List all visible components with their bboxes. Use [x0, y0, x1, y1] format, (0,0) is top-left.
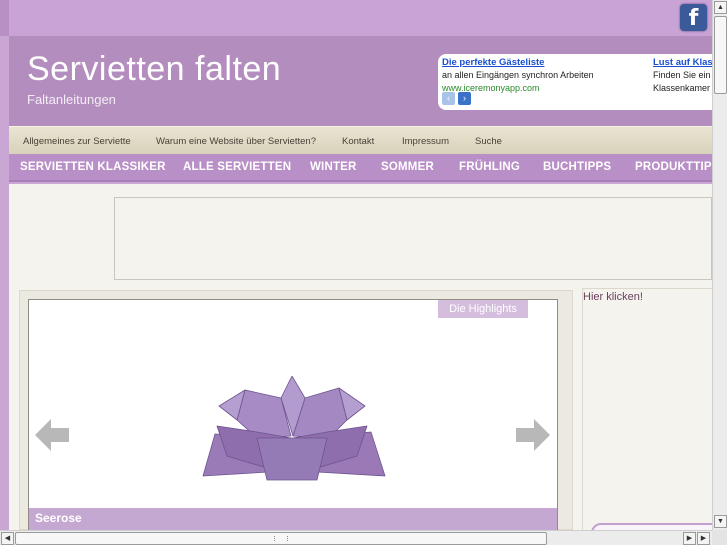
- cat-item-fruehling[interactable]: FRÜHLING: [459, 161, 520, 173]
- horizontal-scroll-thumb[interactable]: [15, 532, 547, 545]
- ad-1-title[interactable]: Die perfekte Gästeliste: [442, 56, 594, 69]
- ad-1-text: an allen Eingängen synchron Arbeiten: [442, 70, 594, 80]
- site-title[interactable]: Servietten falten: [27, 50, 281, 89]
- browser-viewport: f Servietten falten Faltanleitungen Die …: [0, 0, 712, 530]
- slide-caption[interactable]: Seerose: [35, 511, 82, 525]
- site-subtitle: Faltanleitungen: [27, 92, 116, 107]
- top-menu-item-suche[interactable]: Suche: [475, 136, 502, 147]
- top-menu-item-kontakt[interactable]: Kontakt: [342, 136, 374, 147]
- sidebar: Hier klicken!: [582, 288, 712, 530]
- horizontal-scrollbar[interactable]: ◀ ▶ ▶: [0, 530, 712, 545]
- sidebar-search-pill[interactable]: [591, 523, 712, 530]
- scroll-right-button-2[interactable]: ▶: [697, 532, 710, 545]
- ad-2[interactable]: Lust auf Klas Finden Sie ein Klassenkame…: [653, 56, 712, 95]
- main-content: Die Highlights Seerose Hier klicken!: [9, 184, 712, 530]
- ad-prev-button[interactable]: ‹: [442, 92, 455, 105]
- cat-item-produkttipps[interactable]: PRODUKTTIPPS: [635, 161, 712, 173]
- arrow-left-icon[interactable]: [33, 416, 71, 454]
- scroll-down-button[interactable]: ▼: [714, 515, 727, 528]
- ad-1[interactable]: Die perfekte Gästeliste an allen Eingäng…: [442, 56, 594, 95]
- ad-2-text: Finden Sie ein: [653, 70, 711, 80]
- slide-caption-bar: Seerose: [29, 508, 557, 530]
- scroll-grip-icon: [274, 536, 288, 541]
- ad-2-title[interactable]: Lust auf Klas: [653, 56, 712, 69]
- cat-item-buchtipps[interactable]: BUCHTIPPS: [543, 161, 611, 173]
- napkin-image: [202, 376, 386, 481]
- ad-next-button[interactable]: ›: [458, 92, 471, 105]
- scrollbar-corner: [712, 530, 727, 545]
- ad-2-text-2: Klassenkamer: [653, 83, 711, 93]
- cat-item-winter[interactable]: WINTER: [310, 161, 357, 173]
- top-menu: Allgemeines zur Serviette Warum eine Web…: [9, 126, 712, 154]
- banner-ad-slot: [114, 197, 712, 280]
- cat-item-sommer[interactable]: SOMMER: [381, 161, 434, 173]
- highlights-tab: Die Highlights: [438, 300, 528, 318]
- vertical-scroll-thumb[interactable]: [714, 16, 727, 94]
- ad-box: Die perfekte Gästeliste an allen Eingäng…: [438, 54, 712, 110]
- sidebar-link[interactable]: Hier klicken!: [583, 291, 643, 303]
- top-band: [0, 0, 712, 36]
- cat-item-klassiker[interactable]: SERVIETTEN KLASSIKER: [20, 161, 166, 173]
- cat-item-alle[interactable]: ALLE SERVIETTEN: [183, 161, 291, 173]
- top-menu-item-impressum[interactable]: Impressum: [402, 136, 449, 147]
- slider-frame: Die Highlights Seerose: [19, 290, 573, 530]
- top-menu-item-warum[interactable]: Warum eine Website über Servietten?: [156, 136, 316, 147]
- category-nav: SERVIETTEN KLASSIKER ALLE SERVIETTEN WIN…: [9, 154, 712, 182]
- arrow-right-icon[interactable]: [514, 416, 552, 454]
- scroll-up-button[interactable]: ▲: [714, 1, 727, 14]
- scroll-right-button[interactable]: ▶: [683, 532, 696, 545]
- facebook-icon[interactable]: f: [680, 4, 707, 31]
- vertical-scrollbar[interactable]: ▲ ▼: [712, 0, 727, 530]
- scroll-left-button[interactable]: ◀: [1, 532, 14, 545]
- top-menu-item-allgemeines[interactable]: Allgemeines zur Serviette: [23, 136, 131, 147]
- highlights-slider: Die Highlights Seerose: [28, 299, 558, 530]
